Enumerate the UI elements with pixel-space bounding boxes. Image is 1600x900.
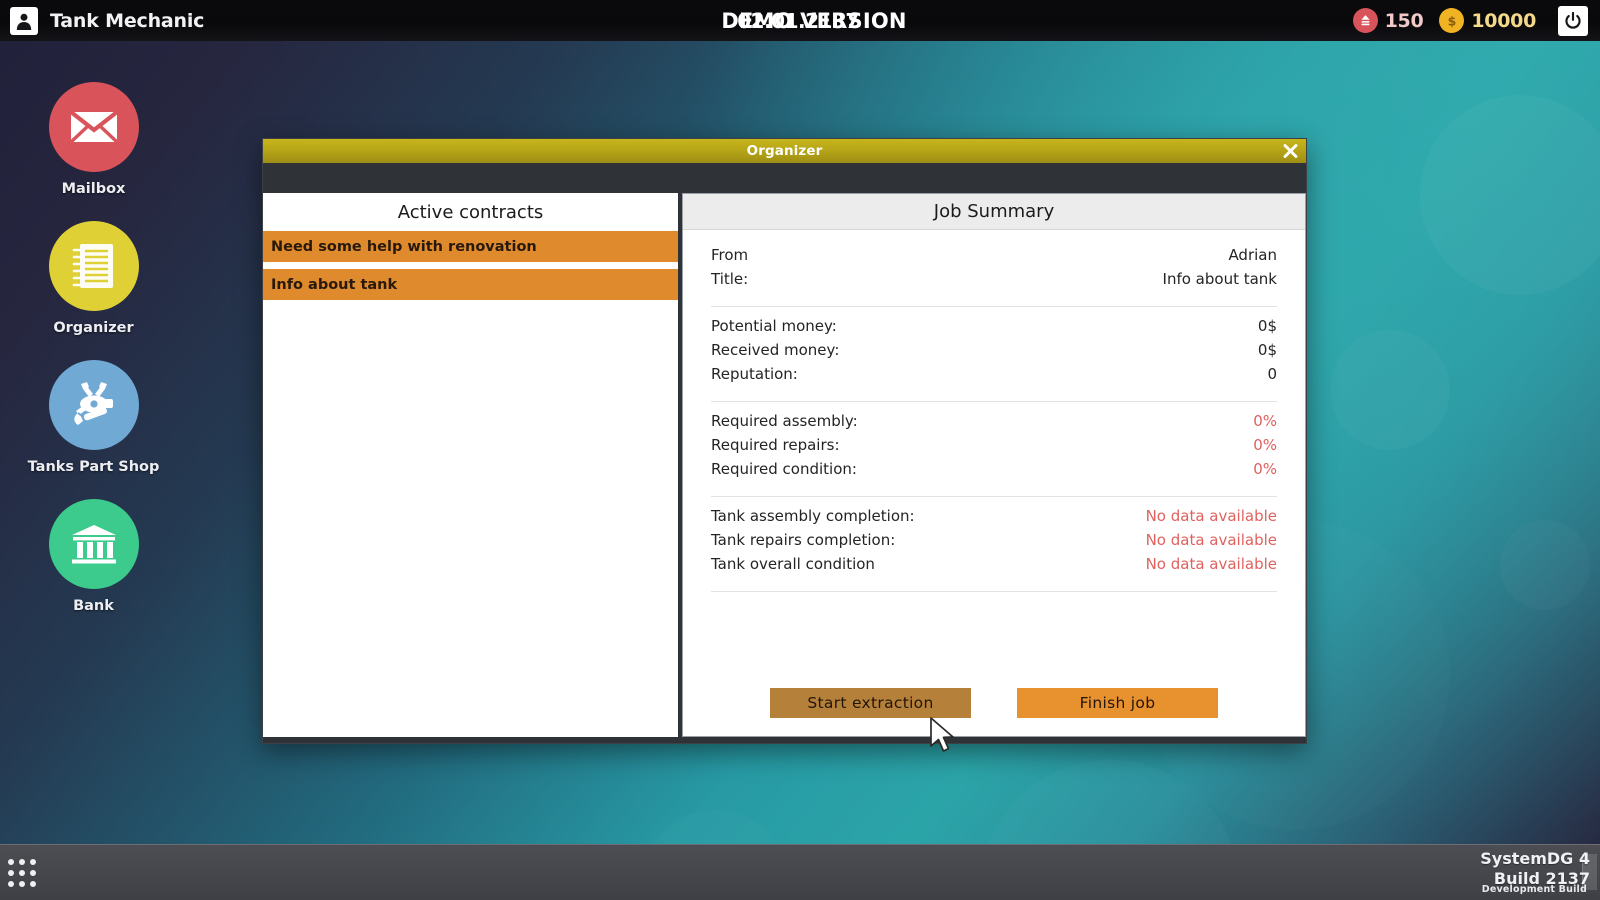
summary-key: Required condition: — [711, 460, 857, 478]
power-icon[interactable] — [1558, 5, 1588, 36]
summary-key: Required repairs: — [711, 436, 840, 454]
demo-version-watermark: DEMO VERSION — [721, 8, 907, 33]
summary-group-rewards: Potential money: 0$ Received money: 0$ R… — [711, 306, 1277, 401]
summary-key: Tank repairs completion: — [711, 531, 896, 549]
summary-value: 0% — [1253, 412, 1277, 430]
development-build-tag: Development Build — [1481, 884, 1587, 895]
job-summary-actions: Start extraction Finish job — [711, 688, 1277, 736]
desktop-icon-organizer[interactable]: Organizer — [26, 221, 161, 336]
window-title: Organizer — [746, 143, 823, 159]
start-extraction-button[interactable]: Start extraction — [770, 688, 971, 718]
in-game-date: 02.01.2137 — [737, 8, 859, 33]
taskbar: SystemDG 4 Build 2137 Development Build — [0, 844, 1600, 900]
notebook-icon — [48, 221, 139, 311]
reputation-stat: 150 — [1352, 8, 1424, 33]
summary-value: No data available — [1145, 507, 1277, 525]
summary-value: No data available — [1145, 555, 1277, 573]
finish-job-button[interactable]: Finish job — [1017, 688, 1218, 718]
list-item[interactable]: Need some help with renovation — [263, 231, 678, 262]
summary-key: Title: — [711, 270, 749, 288]
desktop-icon-column: Mailbox Organizer Tanks Part Shop Bank — [26, 82, 161, 638]
desktop-icon-label: Organizer — [53, 320, 134, 336]
summary-key: Tank overall condition — [711, 555, 875, 573]
summary-row: Required repairs: 0% — [711, 436, 1277, 460]
summary-row: Tank overall condition No data available — [711, 555, 1277, 579]
summary-key: Potential money: — [711, 317, 837, 335]
window-body: Active contracts Need some help with ren… — [263, 193, 1306, 743]
summary-value: Info about tank — [1162, 270, 1277, 288]
contract-label: Info about tank — [271, 276, 398, 293]
system-name: SystemDG 4 — [1480, 849, 1590, 868]
job-summary-body: From Adrian Title: Info about tank Poten… — [683, 230, 1305, 736]
wallpaper-bokeh — [1500, 520, 1590, 610]
summary-value: 0$ — [1257, 317, 1277, 335]
desktop-icon-label: Mailbox — [61, 181, 126, 197]
app-grid-icon[interactable] — [8, 858, 36, 887]
active-contracts-header: Active contracts — [263, 193, 678, 231]
summary-key: Required assembly: — [711, 412, 858, 430]
reputation-value: 150 — [1384, 9, 1424, 32]
desktop-icon-mailbox[interactable]: Mailbox — [26, 82, 161, 197]
svg-text:$: $ — [1448, 13, 1457, 28]
money-coin-icon: $ — [1439, 8, 1465, 33]
summary-value: 0% — [1253, 460, 1277, 478]
summary-value: 0% — [1253, 436, 1277, 454]
user-avatar-icon[interactable] — [10, 6, 38, 35]
desktop-screen: Tank Mechanic 02.01.2137 DEMO VERSION 15… — [0, 0, 1600, 900]
summary-value: Adrian — [1228, 246, 1277, 264]
summary-row: Tank repairs completion: No data availab… — [711, 531, 1277, 555]
contract-label: Need some help with renovation — [271, 238, 537, 255]
window-titlebar[interactable]: Organizer — [263, 139, 1306, 163]
summary-spacer — [711, 592, 1277, 688]
wallpaper-bokeh — [1330, 330, 1450, 450]
close-icon[interactable] — [1282, 143, 1299, 160]
tank-parts-icon — [48, 360, 139, 450]
summary-row: Potential money: 0$ — [711, 317, 1277, 341]
wallpaper-bokeh — [1420, 95, 1600, 295]
summary-row: Title: Info about tank — [711, 270, 1277, 294]
top-status-bar: Tank Mechanic 02.01.2137 DEMO VERSION 15… — [0, 0, 1600, 41]
summary-row: Reputation: 0 — [711, 365, 1277, 389]
summary-row: Required condition: 0% — [711, 460, 1277, 484]
summary-group-sender: From Adrian Title: Info about tank — [711, 236, 1277, 306]
bank-icon — [48, 499, 139, 589]
summary-group-requirements: Required assembly: 0% Required repairs: … — [711, 401, 1277, 496]
game-title: Tank Mechanic — [50, 9, 205, 32]
summary-group-tank-state: Tank assembly completion: No data availa… — [711, 496, 1277, 592]
summary-row: From Adrian — [711, 246, 1277, 270]
summary-key: Reputation: — [711, 365, 798, 383]
build-info: SystemDG 4 Build 2137 — [1480, 849, 1590, 889]
reputation-icon — [1352, 8, 1378, 33]
desktop-icon-label: Tanks Part Shop — [27, 459, 160, 475]
desktop-icon-bank[interactable]: Bank — [26, 499, 161, 614]
summary-value: 0$ — [1257, 341, 1277, 359]
summary-key: Received money: — [711, 341, 840, 359]
summary-value: No data available — [1145, 531, 1277, 549]
contracts-list: Need some help with renovation Info abou… — [263, 231, 678, 737]
tray-area[interactable] — [1582, 854, 1597, 890]
active-contracts-pane: Active contracts Need some help with ren… — [263, 193, 678, 737]
window-toolbar-strip — [263, 163, 1306, 193]
envelope-icon — [48, 82, 139, 172]
summary-row: Required assembly: 0% — [711, 412, 1277, 436]
desktop-icon-label: Bank — [73, 598, 114, 614]
job-summary-header: Job Summary — [683, 194, 1305, 230]
summary-row: Tank assembly completion: No data availa… — [711, 507, 1277, 531]
list-item[interactable]: Info about tank — [263, 269, 678, 300]
summary-key: From — [711, 246, 749, 264]
desktop-icon-tanks-part-shop[interactable]: Tanks Part Shop — [26, 360, 161, 475]
money-value: 10000 — [1471, 9, 1536, 32]
summary-value: 0 — [1267, 365, 1277, 383]
summary-key: Tank assembly completion: — [711, 507, 915, 525]
topbar-stats: 150 $ 10000 — [1352, 0, 1600, 41]
summary-row: Received money: 0$ — [711, 341, 1277, 365]
job-summary-pane: Job Summary From Adrian Title: Info abou… — [682, 193, 1306, 737]
organizer-window: Organizer Active contracts Need some hel… — [262, 138, 1307, 744]
money-stat: $ 10000 — [1439, 8, 1536, 33]
